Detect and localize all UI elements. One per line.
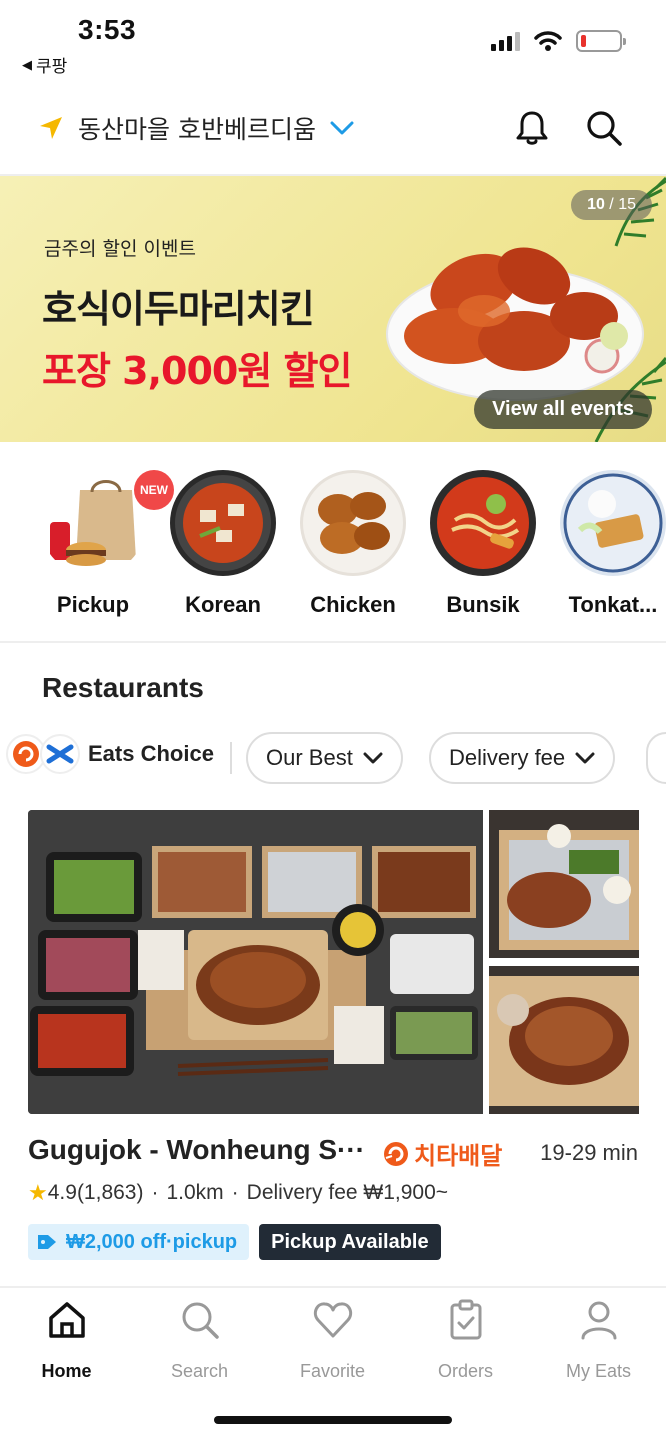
location-arrow-icon bbox=[40, 117, 62, 139]
restaurant-side-photo bbox=[489, 966, 639, 1114]
category-tonkatsu[interactable]: Tonkat... bbox=[548, 470, 666, 618]
battery-icon bbox=[576, 30, 626, 52]
banner-subtitle: 금주의 할인 이벤트 bbox=[44, 238, 196, 260]
heart-icon bbox=[313, 1302, 352, 1338]
wifi-icon bbox=[534, 31, 562, 51]
category-label: Chicken bbox=[310, 592, 396, 617]
person-icon bbox=[581, 1301, 616, 1340]
tab-label: Search bbox=[170, 1361, 229, 1381]
category-row: NEW Pickup Korean Chicken Bunsik Tonkat.… bbox=[0, 470, 666, 630]
chevron-down-icon bbox=[363, 752, 383, 764]
banner-counter-current: 10 bbox=[587, 196, 605, 213]
tab-label: Home bbox=[41, 1361, 92, 1381]
eats-choice-label: Eats Choice bbox=[88, 741, 214, 766]
filter-label: Our Best bbox=[266, 745, 353, 770]
view-all-events-button[interactable]: View all events bbox=[474, 390, 652, 429]
bunsik-image bbox=[430, 470, 536, 576]
section-title: Restaurants bbox=[42, 672, 204, 703]
delivery-fee: Delivery fee ₩1,900~ bbox=[246, 1181, 449, 1204]
cheetah-delivery-label: 치타배달 bbox=[414, 1142, 503, 1170]
tab-search[interactable]: Search bbox=[133, 1298, 266, 1382]
home-indicator bbox=[214, 1416, 452, 1424]
location-selector[interactable]: 동산마을 호반베르디움 bbox=[38, 110, 354, 146]
search-icon bbox=[182, 1302, 219, 1339]
bell-icon[interactable] bbox=[512, 108, 552, 148]
banner-counter: 10 / 15 bbox=[571, 190, 652, 220]
restaurant-photos[interactable] bbox=[28, 810, 639, 1114]
chevron-down-icon bbox=[330, 121, 354, 135]
app-header: 동산마을 호반베르디움 bbox=[0, 86, 666, 172]
pickup-bag-image bbox=[40, 470, 146, 576]
star-icon: ★ bbox=[28, 1180, 48, 1205]
tab-label: Orders bbox=[437, 1361, 493, 1381]
tab-label: Favorite bbox=[299, 1361, 366, 1381]
category-label: Bunsik bbox=[446, 592, 520, 617]
banner-counter-total: / 15 bbox=[604, 196, 636, 213]
back-app-label: 쿠팡 bbox=[36, 57, 68, 76]
filter-more-chip[interactable] bbox=[646, 732, 666, 784]
event-banner[interactable]: 금주의 할인 이벤트 호식이두마리치킨 포장 3,000원 할인 10 / 15… bbox=[0, 176, 666, 442]
location-address: 동산마을 호반베르디움 bbox=[78, 115, 316, 144]
home-icon bbox=[48, 1302, 85, 1338]
filter-separator bbox=[230, 742, 232, 774]
tab-label: My Eats bbox=[565, 1361, 631, 1381]
delivery-eta: 19-29 min bbox=[540, 1140, 638, 1165]
cheetah-logo-icon bbox=[384, 1141, 408, 1166]
banner-title: 호식이두마리치킨 bbox=[42, 287, 315, 331]
dot-separator: · bbox=[151, 1181, 159, 1204]
restaurant-name[interactable]: Gugujok - Wonheung S··· bbox=[28, 1134, 365, 1166]
restaurant-meta: ★ 4.9 (1,863) · 1.0km · Delivery fee ₩1,9… bbox=[28, 1180, 448, 1206]
category-korean[interactable]: Korean bbox=[158, 470, 288, 618]
fried-chicken-image bbox=[300, 470, 406, 576]
status-bar: 3:53 ◀ 쿠팡 bbox=[0, 0, 666, 80]
coupon-text: ₩2,000 off·pickup bbox=[66, 1230, 238, 1253]
category-pickup[interactable]: NEW Pickup bbox=[28, 470, 174, 618]
restaurant-main-photo bbox=[28, 810, 483, 1114]
restaurant-tags: ₩2,000 off·pickup Pickup Available bbox=[28, 1224, 441, 1260]
chicken-plate-image bbox=[386, 247, 644, 401]
tab-orders[interactable]: Orders bbox=[399, 1298, 532, 1382]
filter-delivery-fee[interactable]: Delivery fee bbox=[429, 732, 616, 784]
status-icons bbox=[491, 30, 626, 52]
restaurant-side-photo bbox=[489, 810, 639, 958]
eats-choice-filter[interactable]: Eats Choice bbox=[6, 734, 214, 774]
review-count: (1,863) bbox=[76, 1181, 144, 1204]
status-time: 3:53 bbox=[78, 14, 137, 45]
rating-value: 4.9 bbox=[47, 1181, 77, 1204]
tonkatsu-image bbox=[560, 470, 666, 576]
back-to-app-link[interactable]: ◀ 쿠팡 bbox=[22, 52, 67, 77]
eats-choice-badge-icon bbox=[40, 734, 80, 774]
category-label: Tonkat... bbox=[568, 592, 658, 617]
pickup-available-tag: Pickup Available bbox=[259, 1224, 441, 1260]
cellular-signal-icon bbox=[491, 31, 520, 51]
filter-bar: Eats Choice Our Best Delivery fee bbox=[0, 732, 666, 784]
category-label: Pickup bbox=[56, 592, 130, 617]
back-triangle-icon: ◀ bbox=[22, 56, 32, 72]
battery-level bbox=[581, 35, 587, 47]
tab-my-eats[interactable]: My Eats bbox=[532, 1298, 665, 1382]
clipboard-icon bbox=[450, 1299, 481, 1340]
filter-our-best[interactable]: Our Best bbox=[246, 732, 403, 784]
dot-separator: · bbox=[231, 1181, 239, 1204]
category-bunsik[interactable]: Bunsik bbox=[418, 470, 548, 618]
search-icon[interactable] bbox=[584, 108, 624, 148]
coupon-tag: ₩2,000 off·pickup bbox=[28, 1224, 250, 1260]
banner-discount: 포장 3,000원 할인 bbox=[42, 349, 352, 393]
section-divider bbox=[0, 641, 666, 643]
category-chicken[interactable]: Chicken bbox=[288, 470, 418, 618]
coupon-tag-icon bbox=[38, 1235, 56, 1249]
tab-favorite[interactable]: Favorite bbox=[266, 1298, 399, 1382]
filter-label: Delivery fee bbox=[449, 745, 566, 770]
category-label: Korean bbox=[185, 592, 261, 617]
korean-stew-image bbox=[170, 470, 276, 576]
distance: 1.0km bbox=[166, 1181, 224, 1204]
chevron-down-icon bbox=[575, 752, 595, 764]
tab-home[interactable]: Home bbox=[0, 1298, 133, 1382]
cheetah-delivery-badge: 치타배달 bbox=[382, 1136, 502, 1171]
